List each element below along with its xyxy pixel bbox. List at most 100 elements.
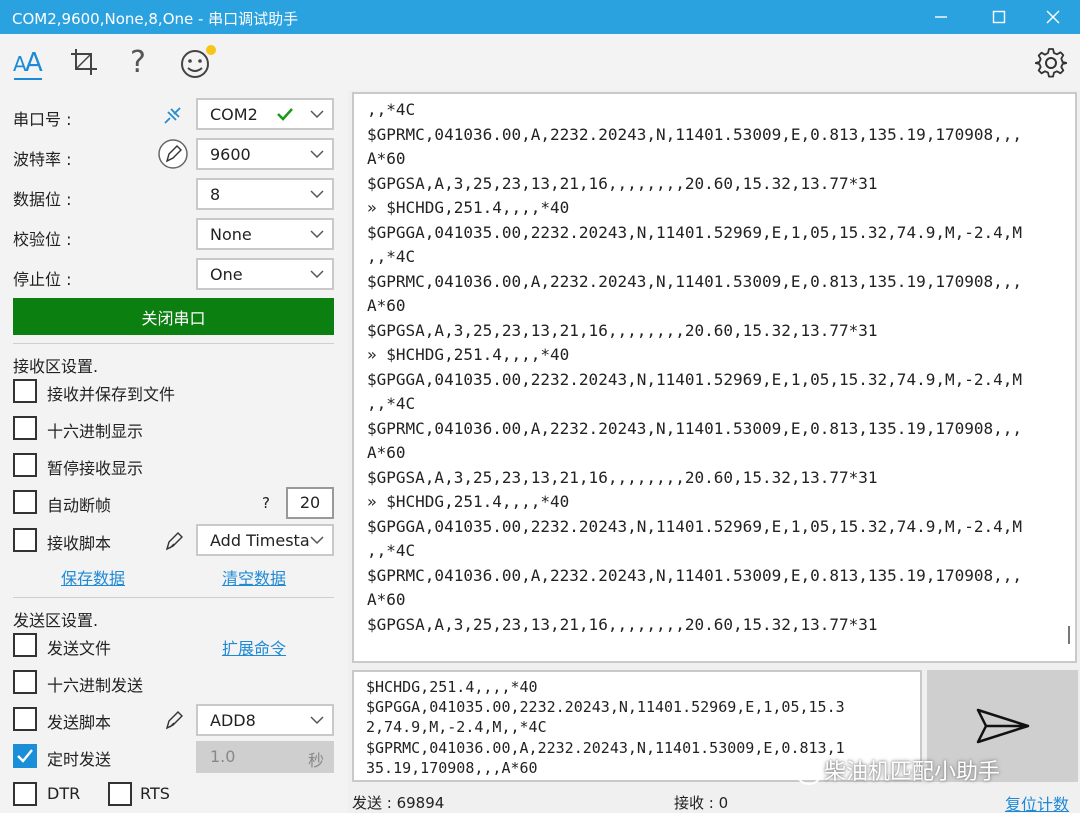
check-icon xyxy=(277,108,293,121)
watermark: 柴油机匹配小助手 xyxy=(780,752,1000,788)
maximize-button[interactable] xyxy=(976,0,1022,34)
close-button[interactable] xyxy=(1030,0,1076,34)
send-line: $GPGGA,041035.00,2232.20243,N,11401.5296… xyxy=(366,698,845,717)
close-port-button[interactable]: 关闭串口 xyxy=(13,298,334,335)
receive-text: ,,*4C $GPRMC,041036.00,A,2232.20243,N,114… xyxy=(367,98,1022,637)
receive-script-checkbox[interactable] xyxy=(13,528,37,552)
settings-icon xyxy=(1035,48,1067,78)
auto-frame-input[interactable]: 20 xyxy=(286,487,334,519)
extend-command-link[interactable]: 扩展命令 xyxy=(222,635,286,659)
font-size-icon: A A xyxy=(13,48,43,80)
received-count: 接收 : 0 xyxy=(674,794,729,812)
databits-value: 8 xyxy=(210,185,221,204)
stopbits-select[interactable]: One xyxy=(196,258,334,290)
receive-line: » $HCHDG,251.4,,,,*40 xyxy=(367,198,570,217)
port-label: 串口号 : xyxy=(13,110,72,129)
font-size-button[interactable]: A A xyxy=(10,42,46,82)
send-script-edit-button[interactable] xyxy=(162,707,186,731)
rts-checkbox[interactable] xyxy=(108,782,132,806)
feedback-button[interactable] xyxy=(176,42,220,82)
chevron-down-icon xyxy=(310,190,324,199)
port-value: COM2 xyxy=(210,105,258,124)
window-title: COM2,9600,None,8,One - 串口调试助手 xyxy=(12,10,299,28)
parity-select[interactable]: None xyxy=(196,218,334,250)
auto-frame-help[interactable]: ? xyxy=(262,494,270,512)
minimize-button[interactable] xyxy=(918,0,964,34)
chevron-down-icon xyxy=(310,536,324,545)
receive-line: A*60 xyxy=(367,149,406,168)
clear-data-link[interactable]: 清空数据 xyxy=(222,565,286,589)
receive-line: $GPGSA,A,3,25,23,13,21,16,,,,,,,,20.60,1… xyxy=(367,320,878,340)
watermark-text: 柴油机匹配小助手 xyxy=(824,760,1001,785)
receive-scrollbar[interactable] xyxy=(1068,626,1070,644)
receive-script-value: Add Timesta xyxy=(210,531,310,550)
receive-line: ,,*4C xyxy=(367,247,416,266)
pen-icon xyxy=(165,711,183,730)
port-select[interactable]: COM2 xyxy=(196,98,334,130)
hex-send-label: 十六进制发送 xyxy=(47,676,144,695)
baud-select[interactable]: 9600 xyxy=(196,138,334,170)
interval-input[interactable]: 1.0 秒 xyxy=(196,741,334,773)
settings-button[interactable] xyxy=(1032,44,1070,82)
receive-script-select[interactable]: Add Timesta xyxy=(196,524,334,556)
receive-script-label: 接收脚本 xyxy=(47,534,112,553)
save-to-file-checkbox[interactable] xyxy=(13,379,37,403)
receive-line: $GPGGA,041035.00,2232.20243,N,11401.5296… xyxy=(367,516,1023,536)
pause-display-checkbox[interactable] xyxy=(13,453,37,477)
divider xyxy=(13,597,334,598)
pause-display-label: 暂停接收显示 xyxy=(47,459,144,478)
parity-value: None xyxy=(210,225,252,244)
send-text: $HCHDG,251.4,,,,*40 $GPGGA,041035.00,2232… xyxy=(366,677,845,778)
hex-send-checkbox[interactable] xyxy=(13,670,37,694)
receive-line: $GPRMC,041036.00,A,2232.20243,N,11401.53… xyxy=(367,565,1023,585)
receive-line: $GPGSA,A,3,25,23,13,21,16,,,,,,,,20.60,1… xyxy=(367,173,878,193)
send-file-checkbox[interactable] xyxy=(13,633,37,657)
receive-area[interactable]: ,,*4C $GPRMC,041036.00,A,2232.20243,N,114… xyxy=(352,92,1077,663)
auto-frame-checkbox[interactable] xyxy=(13,490,37,514)
receive-settings-title: 接收区设置. xyxy=(13,357,99,376)
reset-count-link[interactable]: 复位计数 xyxy=(1005,791,1069,813)
baud-value: 9600 xyxy=(210,145,251,164)
save-data-link[interactable]: 保存数据 xyxy=(61,565,125,589)
toolbar: A A ? xyxy=(0,34,1080,90)
databits-select[interactable]: 8 xyxy=(196,178,334,210)
rts-label: RTS xyxy=(140,784,170,803)
pen-icon xyxy=(158,139,188,169)
port-refresh-button[interactable] xyxy=(160,104,184,128)
receive-line: $GPRMC,041036.00,A,2232.20243,N,11401.53… xyxy=(367,418,1023,438)
svg-text:A: A xyxy=(25,48,43,78)
send-line: 2,74.9,M,-2.4,M,,*4C xyxy=(366,718,547,737)
send-script-select[interactable]: ADD8 xyxy=(196,704,334,736)
send-script-checkbox[interactable] xyxy=(13,707,37,731)
sent-count: 发送 : 69894 xyxy=(352,794,445,812)
wechat-icon xyxy=(782,755,821,785)
receive-line: $GPGSA,A,3,25,23,13,21,16,,,,,,,,20.60,1… xyxy=(367,614,878,634)
close-icon xyxy=(1046,10,1060,24)
send-settings-title: 发送区设置. xyxy=(13,611,99,630)
help-icon[interactable]: ? xyxy=(122,44,154,80)
plug-icon xyxy=(164,107,181,124)
minimize-icon xyxy=(935,16,947,18)
chevron-down-icon xyxy=(310,230,324,239)
databits-label: 数据位 : xyxy=(13,190,72,209)
receive-line: ,,*4C xyxy=(367,100,416,119)
dtr-checkbox[interactable] xyxy=(13,782,37,806)
interval-value: 1.0 xyxy=(210,747,236,766)
receive-line: $GPGGA,041035.00,2232.20243,N,11401.5296… xyxy=(367,369,1023,389)
left-panel: 串口号 : COM2 波特率 : 9600 数据位 : 8 校验位 : None… xyxy=(0,90,348,813)
timed-send-checkbox[interactable] xyxy=(13,744,37,768)
hex-display-checkbox[interactable] xyxy=(13,416,37,440)
receive-line: ,,*4C xyxy=(367,394,416,413)
stopbits-label: 停止位 : xyxy=(13,270,72,289)
maximize-icon xyxy=(992,10,1006,24)
dtr-label: DTR xyxy=(47,784,81,803)
receive-line: $GPRMC,041036.00,A,2232.20243,N,11401.53… xyxy=(367,124,1023,144)
baud-pen-button[interactable] xyxy=(157,138,189,170)
baud-label: 波特率 : xyxy=(13,150,72,169)
send-file-label: 发送文件 xyxy=(47,639,112,658)
receive-script-edit-button[interactable] xyxy=(162,528,186,552)
crop-button[interactable] xyxy=(68,44,100,80)
receive-line: ,,*4C xyxy=(367,541,416,560)
receive-line: $GPGSA,A,3,25,23,13,21,16,,,,,,,,20.60,1… xyxy=(367,467,878,487)
crop-icon xyxy=(71,49,97,75)
